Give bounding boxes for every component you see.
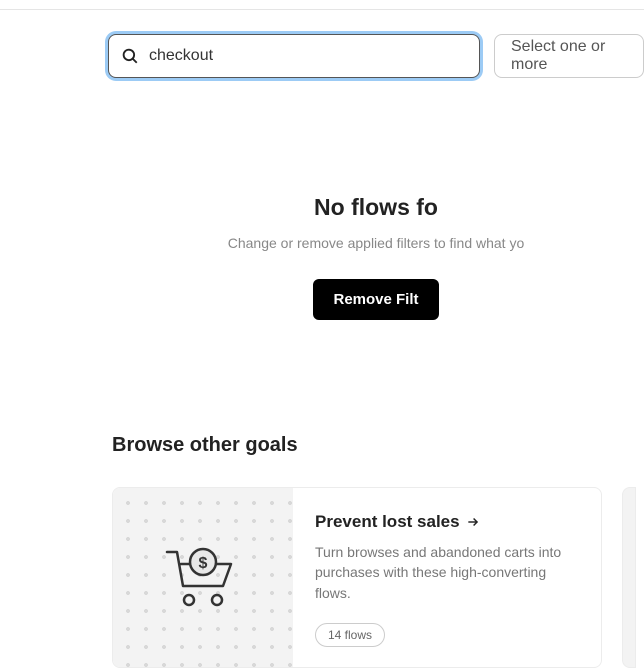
empty-state: No flows fo Change or remove applied fil… [0,78,644,320]
svg-text:$: $ [199,555,208,572]
browse-section: Browse other goals $ Prevent lost sales [0,320,644,668]
empty-state-title: No flows fo [108,194,644,221]
search-input[interactable] [149,47,467,65]
shopping-cart-icon: $ [165,546,241,608]
browse-heading: Browse other goals [112,434,644,457]
arrow-right-icon [466,515,480,529]
top-divider [0,0,644,10]
remove-filters-button[interactable]: Remove Filt [313,279,438,320]
empty-state-subtitle: Change or remove applied filters to find… [108,235,644,251]
goal-card-description: Turn browses and abandoned carts into pu… [315,542,579,603]
search-field-wrapper[interactable] [108,34,480,78]
goal-card-image: $ [113,488,293,667]
goal-card-next-peek[interactable] [622,487,636,668]
search-icon [121,47,139,65]
filter-select[interactable]: Select one or more [494,34,644,78]
goal-flow-count-badge: 14 flows [315,623,385,647]
goal-card-title: Prevent lost sales [315,512,460,532]
goal-cards-row: $ Prevent lost sales Turn browses and ab… [112,487,644,668]
goal-card-prevent-lost-sales[interactable]: $ Prevent lost sales Turn browses and ab… [112,487,602,668]
filter-select-placeholder: Select one or more [511,38,627,74]
goal-card-body: Prevent lost sales Turn browses and aban… [293,488,601,667]
filter-row: Select one or more [0,10,644,78]
goal-title-row: Prevent lost sales [315,512,579,532]
